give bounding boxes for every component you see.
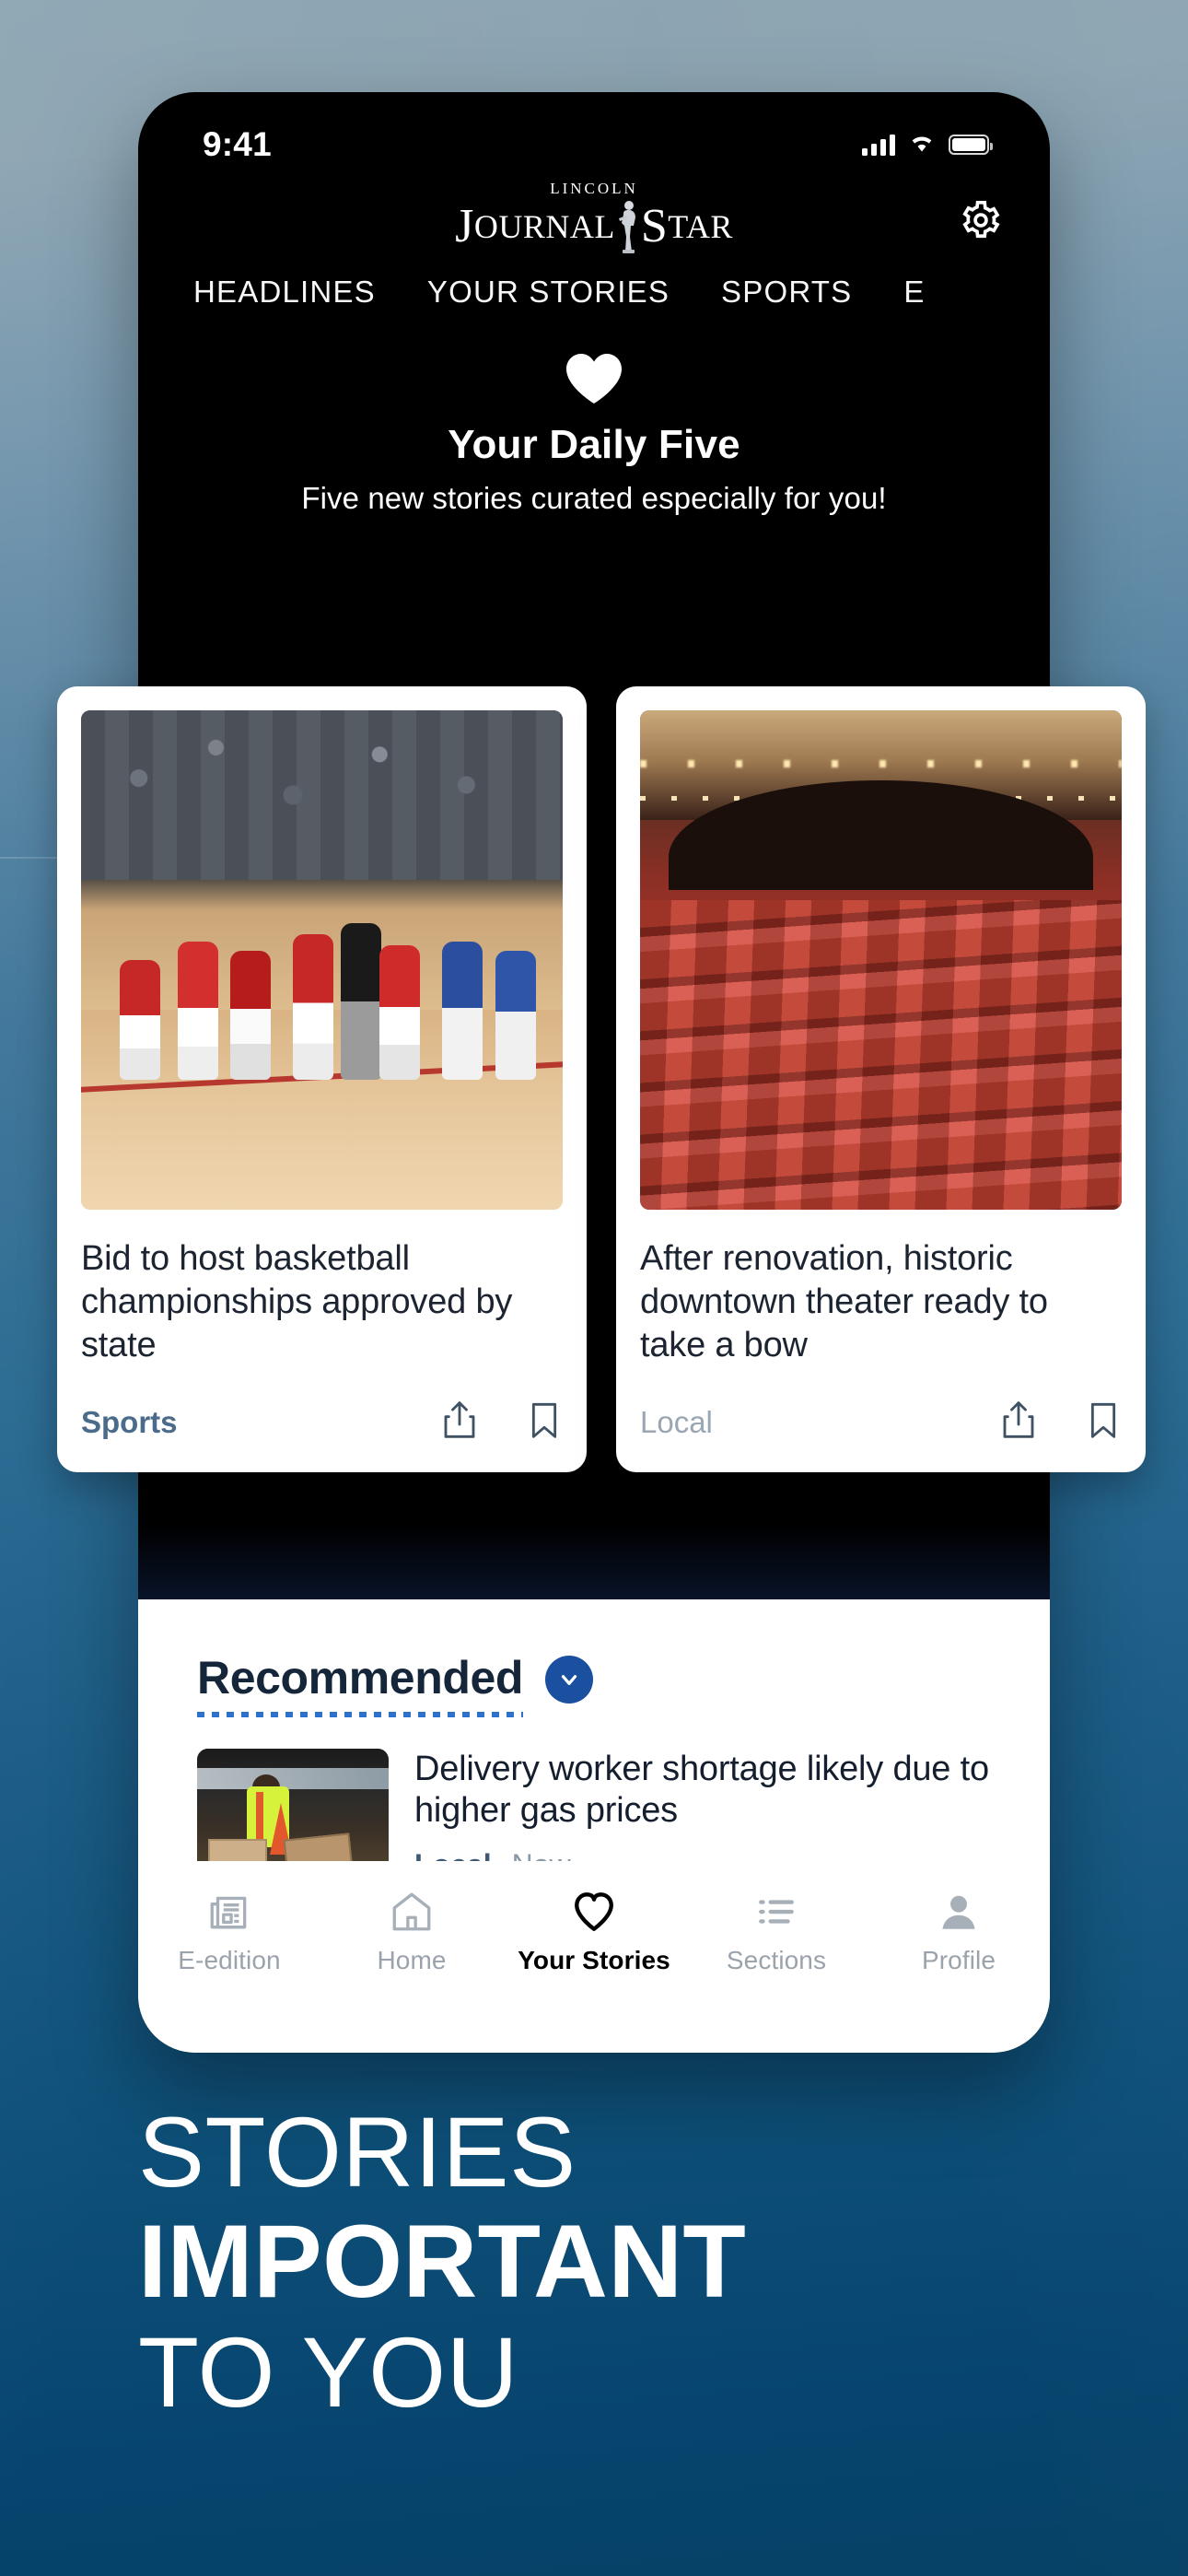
tab-home[interactable]: Home: [320, 1885, 503, 1975]
story-card-footer: Sports: [81, 1399, 563, 1445]
signal-bars-icon: [862, 134, 895, 156]
story-section[interactable]: Sports: [81, 1405, 178, 1440]
wifi-icon: [908, 132, 936, 158]
heart-icon: [565, 352, 623, 405]
tab-label: Sections: [726, 1946, 827, 1974]
story-actions: [1000, 1399, 1122, 1445]
newspaper-icon: [206, 1885, 252, 1935]
story-section[interactable]: Local: [640, 1405, 713, 1440]
share-icon[interactable]: [441, 1399, 478, 1445]
tab-profile[interactable]: Profile: [868, 1885, 1050, 1975]
story-image: [640, 710, 1122, 1210]
chevron-down-icon[interactable]: [545, 1656, 594, 1704]
story-image: [81, 710, 563, 1210]
nav-tab-headlines[interactable]: HEADLINES: [193, 275, 376, 310]
story-headline[interactable]: After renovation, historic downtown thea…: [640, 1237, 1122, 1368]
tab-sections[interactable]: Sections: [685, 1885, 868, 1975]
bookmark-icon[interactable]: [1085, 1399, 1122, 1445]
recommended-header: Recommended: [138, 1599, 1050, 1717]
heart-icon: [570, 1885, 618, 1935]
journal-star-logo: LINCOLN J OURNAL S TAR: [455, 181, 733, 255]
article-headline[interactable]: Delivery worker shortage likely due to h…: [414, 1749, 995, 1832]
battery-icon: [949, 135, 993, 155]
tab-label: Your Stories: [518, 1946, 670, 1974]
daily-five-card-carousel[interactable]: Bid to host basketball championships app…: [57, 686, 1146, 1472]
tab-label: Home: [377, 1946, 447, 1974]
tab-label: Profile: [921, 1946, 996, 1974]
logo-wordmark: J OURNAL S TAR: [455, 198, 733, 255]
daily-five-hero: Your Daily Five Five new stories curated…: [138, 310, 1050, 516]
story-card-footer: Local: [640, 1399, 1122, 1445]
home-icon: [389, 1885, 435, 1935]
tab-your-stories[interactable]: Your Stories: [503, 1885, 685, 1975]
person-icon: [936, 1885, 982, 1935]
status-bar: 9:41: [138, 92, 1050, 173]
list-icon: [753, 1885, 799, 1935]
statue-icon: [616, 198, 640, 255]
nav-tab-entertainment[interactable]: E: [903, 275, 925, 310]
logo-lincoln-text: LINCOLN: [550, 179, 638, 197]
daily-five-subtitle: Five new stories curated especially for …: [301, 481, 887, 515]
marketing-tagline: STORIES IMPORTANT TO YOU: [138, 2101, 1059, 2423]
logo-j: J: [455, 199, 474, 252]
story-card[interactable]: After renovation, historic downtown thea…: [616, 686, 1146, 1472]
nav-tab-sports[interactable]: SPORTS: [721, 275, 852, 310]
tagline-line-1: STORIES: [138, 2096, 577, 2207]
tab-e-edition[interactable]: E-edition: [138, 1885, 320, 1975]
story-actions: [441, 1399, 563, 1445]
tagline-line-3: TO YOU: [138, 2315, 519, 2428]
status-bar-clock: 9:41: [203, 125, 272, 163]
tab-label: E-edition: [178, 1946, 281, 1974]
logo-ournal: OURNAL: [473, 207, 615, 245]
tagline-line-2: IMPORTANT: [138, 2204, 747, 2320]
app-masthead: LINCOLN J OURNAL S TAR: [138, 173, 1050, 262]
status-bar-icons: [862, 132, 993, 158]
recommended-list-item[interactable]: Delivery worker shortage likely due to h…: [138, 1717, 1050, 1885]
share-icon[interactable]: [1000, 1399, 1037, 1445]
daily-five-title: Your Daily Five: [448, 422, 740, 467]
bookmark-icon[interactable]: [526, 1399, 563, 1445]
story-headline[interactable]: Bid to host basketball championships app…: [81, 1237, 563, 1368]
story-card[interactable]: Bid to host basketball championships app…: [57, 686, 587, 1472]
bottom-tab-bar[interactable]: E-edition Home Your Stories Sections Pro…: [138, 1861, 1050, 2053]
recommended-title: Recommended: [197, 1651, 523, 1717]
gear-icon[interactable]: [960, 199, 1002, 241]
logo-s: S: [640, 199, 669, 252]
logo-tar: TAR: [668, 207, 733, 245]
nav-tab-your-stories[interactable]: YOUR STORIES: [427, 275, 670, 310]
section-nav-tabs[interactable]: HEADLINES YOUR STORIES SPORTS E: [138, 262, 1050, 310]
